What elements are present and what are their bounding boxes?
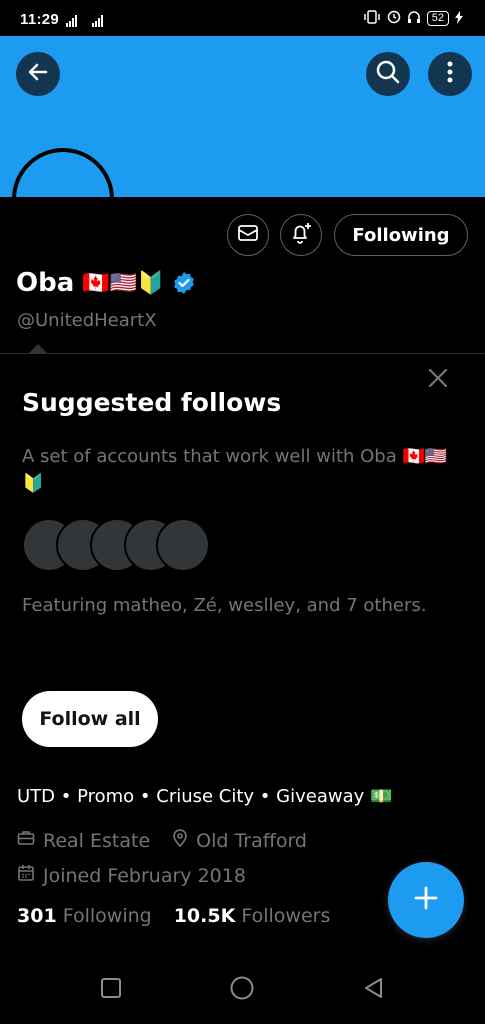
plus-icon [413, 885, 439, 915]
headphones-icon [407, 10, 421, 27]
suggested-avatar [156, 518, 210, 572]
compose-button[interactable] [388, 862, 464, 938]
message-button[interactable] [227, 214, 269, 256]
profile-name-row: Oba 🇨🇦🇺🇸🔰 [16, 268, 196, 298]
divider [0, 353, 485, 354]
description-line-2: 🔰 [22, 473, 45, 494]
follow-all-button[interactable]: Follow all [22, 691, 158, 747]
close-suggestions-button[interactable] [424, 366, 452, 394]
home-button[interactable] [230, 976, 254, 1004]
followers-stat-label: Followers [241, 905, 331, 927]
joined-text: Joined February 2018 [43, 864, 246, 887]
status-right: 52 [363, 10, 463, 27]
profile-meta: Real Estate Old Trafford [17, 829, 307, 852]
profile-bio: UTD • Promo • Criuse City • Giveaway 💵 [17, 786, 393, 807]
verified-badge-icon [172, 271, 196, 295]
calendar-icon [17, 864, 35, 887]
profession-item: Real Estate [17, 829, 150, 852]
location-text: Old Trafford [196, 829, 307, 852]
alarm-icon [387, 10, 401, 27]
featuring-text: Featuring matheo, Zé, weslley, and 7 oth… [22, 595, 427, 616]
suggested-follows-title: Suggested follows [22, 388, 282, 417]
following-stat-label: Following [62, 905, 152, 927]
back-nav-button[interactable] [362, 978, 386, 1002]
profile-handle: @UnitedHeartX [17, 310, 157, 331]
notifications-button[interactable] [280, 214, 322, 256]
close-icon [427, 367, 449, 393]
status-time: 11:29 [20, 11, 60, 28]
description-line-1: A set of accounts that work well with Ob… [22, 446, 448, 467]
recent-apps-button[interactable] [99, 978, 123, 1002]
following-button[interactable]: Following [334, 214, 468, 256]
following-stat[interactable]: 301 Following [17, 905, 152, 927]
bell-plus-icon [289, 221, 313, 249]
followers-stat[interactable]: 10.5K Followers [174, 905, 331, 927]
charging-icon [455, 10, 463, 27]
name-flags: 🇨🇦🇺🇸🔰 [82, 270, 165, 296]
search-button[interactable] [366, 52, 410, 96]
followers-count: 10.5K [173, 905, 236, 927]
square-icon [100, 977, 122, 1003]
profession-text: Real Estate [43, 829, 151, 852]
location-item: Old Trafford [172, 829, 307, 852]
briefcase-icon [17, 829, 35, 852]
following-count: 301 [17, 905, 57, 927]
vibrate-icon [363, 10, 381, 27]
follow-stats: 301 Following 10.5K Followers [17, 905, 330, 927]
back-button[interactable] [16, 52, 60, 96]
joined-item: Joined February 2018 [17, 864, 246, 887]
arrow-left-icon [26, 60, 50, 88]
display-name: Oba [16, 268, 75, 298]
suggested-avatars[interactable] [22, 518, 222, 572]
more-vertical-icon [447, 60, 453, 88]
triangle-back-icon [363, 977, 385, 1003]
mail-icon [237, 222, 259, 248]
status-bar: 11:29 52 [0, 0, 485, 36]
more-options-button[interactable] [428, 52, 472, 96]
signal-icon [66, 14, 112, 31]
battery-icon: 52 [426, 11, 449, 26]
location-pin-icon [172, 829, 188, 852]
circle-icon [230, 976, 254, 1004]
system-nav-bar [0, 956, 485, 1024]
search-icon [375, 59, 401, 89]
suggested-follows-description: A set of accounts that work well with Ob… [22, 443, 462, 497]
